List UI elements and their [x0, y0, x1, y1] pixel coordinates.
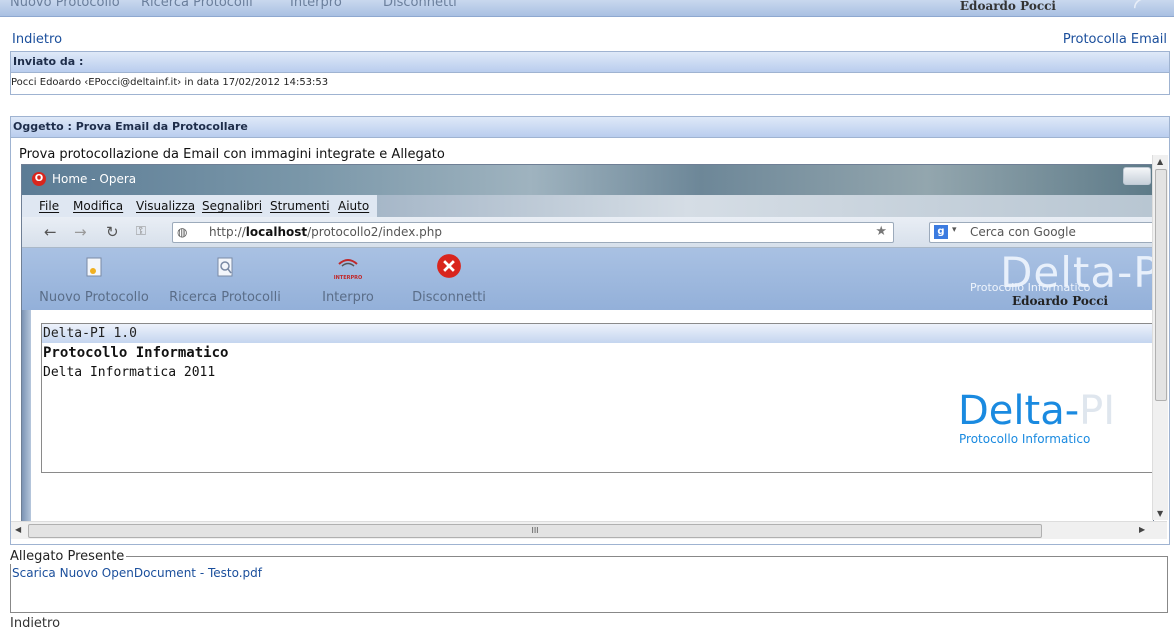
sender-panel: Inviato da : Pocci Edoardo ‹EPocci@delta… — [10, 51, 1170, 95]
subject-header: Oggetto : Prova Email da Protocollare — [11, 117, 1169, 138]
vertical-scroll-thumb[interactable] — [1155, 169, 1167, 401]
sender-info: Pocci Edoardo ‹EPocci@deltainf.it› in da… — [11, 77, 329, 88]
menu-visualizza: Visualizza — [136, 199, 196, 213]
scroll-right-icon[interactable]: ▶ — [1139, 525, 1145, 534]
info-panel-header: Delta-PI 1.0 — [42, 324, 1153, 343]
horizontal-scroll-thumb[interactable]: III — [28, 524, 1042, 538]
menu-strumenti: Strumenti — [270, 199, 330, 213]
embedded-image: O Home - Opera File Modifica Visualizza … — [21, 164, 1154, 522]
menu-modifica: Modifica — [73, 199, 124, 213]
app-logo-subtitle: Protocollo Informatico — [970, 281, 1091, 294]
tool-label: Nuovo Protocollo — [39, 290, 149, 305]
search-placeholder: Cerca con Google — [970, 225, 1076, 239]
logo-fragment-icon: ◜ — [1133, 0, 1144, 17]
reload-icon: ↻ — [106, 223, 119, 241]
menu-aiuto: Aiuto — [338, 199, 370, 213]
search-document-icon — [217, 257, 233, 277]
tool-label: Disconnetti — [412, 290, 486, 305]
horizontal-scrollbar[interactable]: ◀ III ▶ — [11, 521, 1167, 539]
browser-address-row: ← → ↻ ⚿ ◍ http://localhost/protocollo2/i… — [22, 217, 1153, 248]
google-icon: g — [934, 225, 948, 239]
search-box: g ▾ Cerca con Google — [929, 222, 1153, 243]
tool-nuovo-protocollo: Nuovo Protocollo — [34, 248, 154, 310]
attachment-legend: Allegato Presente — [10, 549, 125, 564]
left-strip — [22, 310, 31, 521]
nav-nuovo-protocollo[interactable]: Nuovo Protocollo — [10, 0, 120, 10]
chevron-down-icon: ▾ — [952, 225, 957, 235]
tool-disconnetti: Disconnetti — [389, 248, 509, 310]
back-arrow-icon: ← — [44, 223, 57, 241]
opera-icon: O — [32, 172, 46, 186]
minimize-icon — [1123, 167, 1151, 185]
browser-title: Home - Opera — [52, 172, 137, 186]
back-link[interactable]: Indietro — [12, 32, 62, 47]
menubar-background — [377, 195, 1153, 217]
bookmark-star-icon: ★ — [875, 224, 887, 239]
tool-ricerca-protocolli: Ricerca Protocolli — [165, 248, 285, 310]
vertical-scrollbar[interactable]: ▲ ▼ — [1152, 155, 1168, 520]
email-body-text: Prova protocollazione da Email con immag… — [19, 147, 445, 162]
scroll-left-icon[interactable]: ◀ — [15, 525, 21, 534]
forward-arrow-icon: → — [74, 223, 87, 241]
menu-file: File — [39, 199, 60, 213]
address-bar: ◍ http://localhost/protocollo2/index.php… — [172, 222, 894, 243]
nav-disconnetti[interactable]: Disconnetti — [383, 0, 457, 10]
attachment-fieldset: Allegato Presente Scarica Nuovo OpenDocu… — [10, 549, 1168, 613]
browser-menubar: File Modifica Visualizza Segnalibri Stru… — [22, 195, 377, 217]
delta-pi-logo: Delta-PI — [958, 388, 1116, 434]
sender-header: Inviato da : — [11, 52, 1169, 73]
protocol-email-link[interactable]: Protocolla Email — [1063, 32, 1167, 47]
address-url: http://localhost/protocollo2/index.php — [209, 225, 442, 239]
scroll-down-icon[interactable]: ▼ — [1157, 509, 1163, 518]
browser-titlebar — [22, 165, 1153, 195]
top-nav-bar: Nuovo Protocollo Ricerca Protocolli Inte… — [0, 0, 1174, 17]
scroll-up-icon[interactable]: ▲ — [1157, 157, 1163, 166]
menu-segnalibri: Segnalibri — [202, 199, 263, 213]
key-icon: ⚿ — [136, 224, 146, 239]
nav-interpro[interactable]: Interpro — [290, 0, 342, 10]
app-user-name: Edoardo Pocci — [1012, 294, 1109, 308]
attachment-download-link[interactable]: Scarica Nuovo OpenDocument - Testo.pdf — [12, 566, 1167, 580]
tool-label: Ricerca Protocolli — [169, 290, 281, 305]
globe-icon: ◍ — [177, 225, 188, 239]
info-panel-subtitle: Delta Informatica 2011 — [43, 365, 216, 380]
nav-ricerca-protocolli[interactable]: Ricerca Protocolli — [141, 0, 253, 10]
info-panel-title: Protocollo Informatico — [43, 345, 229, 361]
app-content: Delta-PI 1.0 Protocollo Informatico Delt… — [22, 310, 1153, 521]
app-toolbar: Nuovo Protocollo Ricerca Protocolli INTE… — [22, 248, 1153, 310]
close-circle-icon — [437, 254, 461, 278]
new-document-icon — [86, 257, 102, 277]
delta-pi-logo-subtitle: Protocollo Informatico — [959, 432, 1091, 446]
user-name: Edoardo Pocci — [959, 0, 1056, 13]
